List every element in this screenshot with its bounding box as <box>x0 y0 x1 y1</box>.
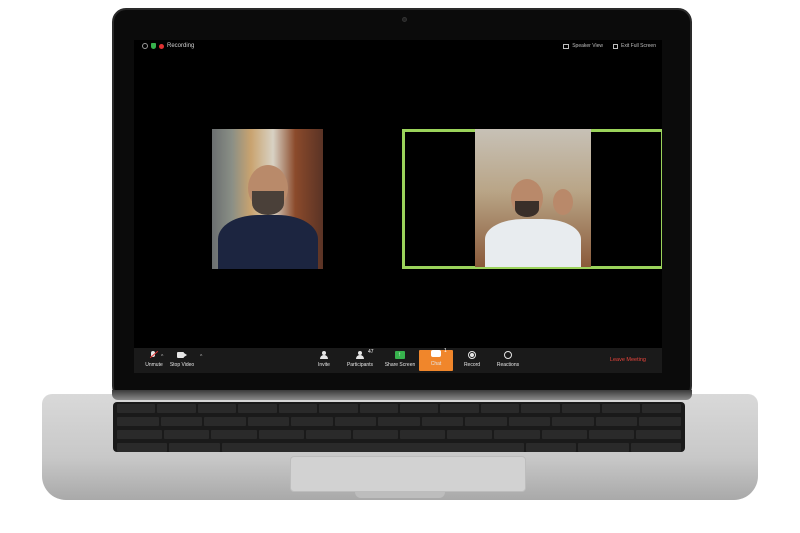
chat-icon: 1 <box>431 348 447 358</box>
participants-label: Participants <box>346 362 374 368</box>
participants-button[interactable]: 47 Participants <box>340 349 380 368</box>
trackpad <box>290 456 526 492</box>
record-icon <box>467 351 477 359</box>
chat-button[interactable]: 1 Chat <box>419 348 453 371</box>
lid-notch <box>355 492 445 498</box>
zoom-top-bar: Recording Speaker View Exit Full Screen <box>134 40 662 52</box>
participants-count: 47 <box>368 349 374 355</box>
participant-video-left[interactable] <box>212 129 323 269</box>
recording-icon <box>159 43 164 49</box>
shield-icon[interactable] <box>151 43 156 49</box>
exit-fullscreen-label: Exit Full Screen <box>620 43 656 49</box>
share-screen-label: Share Screen <box>384 362 416 368</box>
participant-video-right[interactable] <box>475 129 591 267</box>
stop-video-label: Stop Video <box>169 362 195 368</box>
recording-label: Recording <box>167 43 195 49</box>
zoom-window: Recording Speaker View Exit Full Screen <box>134 40 662 373</box>
invite-icon <box>319 351 329 359</box>
video-camera-icon <box>177 351 187 359</box>
participant-left-beard <box>252 191 284 215</box>
invite-label: Invite <box>318 362 330 368</box>
meeting-toolbar: Unmute ^ Stop Video ^ Invite 47 Particip… <box>134 348 662 373</box>
invite-button[interactable]: Invite <box>304 351 344 368</box>
exit-fullscreen-button[interactable]: Exit Full Screen <box>612 43 656 49</box>
unmute-label: Unmute <box>145 362 163 368</box>
grid-icon <box>563 43 570 49</box>
share-screen-button[interactable]: ↑ Share Screen <box>380 351 420 368</box>
speaker-view-label: Speaker View <box>572 43 603 49</box>
info-icon[interactable] <box>142 43 148 49</box>
record-button[interactable]: Record <box>452 351 492 368</box>
exit-fullscreen-icon <box>612 43 618 49</box>
participant-right-shirt <box>485 219 581 267</box>
speaker-view-button[interactable]: Speaker View <box>563 43 603 49</box>
participant-left-shirt <box>218 215 318 269</box>
record-label: Record <box>463 362 481 368</box>
reactions-label: Reactions <box>496 362 520 368</box>
participant-right-person <box>475 129 591 267</box>
keyboard <box>113 402 685 452</box>
chevron-up-icon[interactable]: ^ <box>200 354 202 360</box>
webcam-icon <box>402 17 407 22</box>
leave-meeting-button[interactable]: Leave Meeting <box>610 357 646 363</box>
chat-label: Chat <box>430 361 442 367</box>
reactions-icon <box>503 351 513 359</box>
microphone-muted-icon <box>149 350 159 359</box>
reactions-button[interactable]: Reactions <box>488 351 528 368</box>
waving-hand <box>553 189 573 215</box>
share-screen-icon: ↑ <box>395 351 405 359</box>
participants-icon: 47 <box>355 349 374 359</box>
participant-left-person <box>212 129 323 269</box>
stop-video-button[interactable]: Stop Video <box>162 351 202 368</box>
participant-right-beard <box>515 201 539 217</box>
laptop-hinge <box>112 390 692 400</box>
chat-count: 1 <box>444 348 447 354</box>
